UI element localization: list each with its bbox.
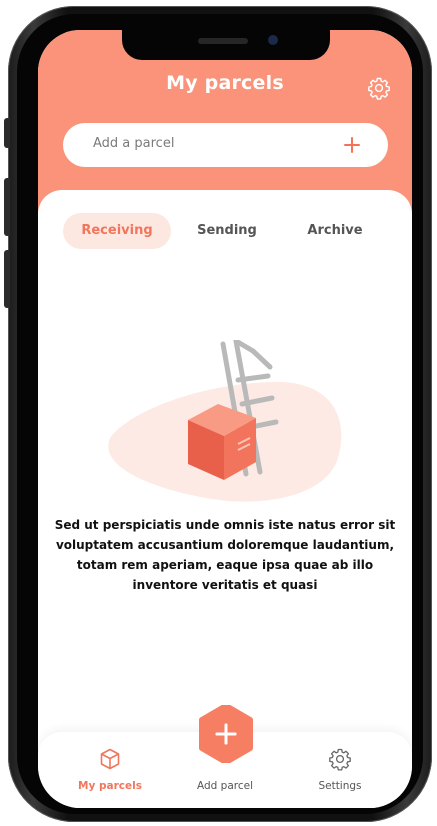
content-card: Receiving Sending Archive Sed ut perspic… — [38, 190, 412, 750]
tab-bar: Receiving Sending Archive — [63, 213, 393, 249]
parcel-box-icon — [100, 748, 120, 770]
volume-down-button — [4, 250, 10, 308]
header-settings-button[interactable] — [365, 74, 393, 102]
app-screen: My parcels Add a parcel Receiving Sendin… — [38, 30, 412, 808]
nav-label-my-parcels: My parcels — [78, 780, 142, 792]
tab-receiving[interactable]: Receiving — [63, 213, 171, 249]
nav-label-add-parcel: Add parcel — [196, 780, 253, 792]
page: My parcels Add a parcel Receiving Sendin… — [0, 0, 437, 826]
page-title: My parcels — [166, 72, 284, 94]
nav-my-parcels[interactable]: My parcels — [60, 732, 160, 804]
nav-settings[interactable]: Settings — [290, 732, 390, 804]
tab-archive[interactable]: Archive — [285, 213, 385, 249]
add-parcel-placeholder: Add a parcel — [93, 136, 175, 151]
bottom-nav: My parcels Add parcel Settings — [38, 705, 412, 808]
front-camera — [268, 35, 278, 45]
volume-up-button — [4, 178, 10, 236]
empty-state-message: Sed ut perspiciatis unde omnis iste natu… — [54, 518, 396, 592]
notch — [122, 30, 330, 60]
add-parcel-plus-button[interactable] — [338, 131, 366, 159]
mute-switch — [4, 118, 10, 148]
tab-sending[interactable]: Sending — [177, 213, 277, 249]
gear-icon — [329, 748, 351, 771]
add-parcel-input[interactable]: Add a parcel — [63, 123, 388, 167]
nav-label-settings: Settings — [318, 780, 362, 792]
add-parcel-fab[interactable] — [197, 705, 255, 763]
box-and-ladder-illustration — [108, 340, 342, 502]
gear-icon — [368, 77, 390, 100]
speaker — [198, 38, 248, 44]
